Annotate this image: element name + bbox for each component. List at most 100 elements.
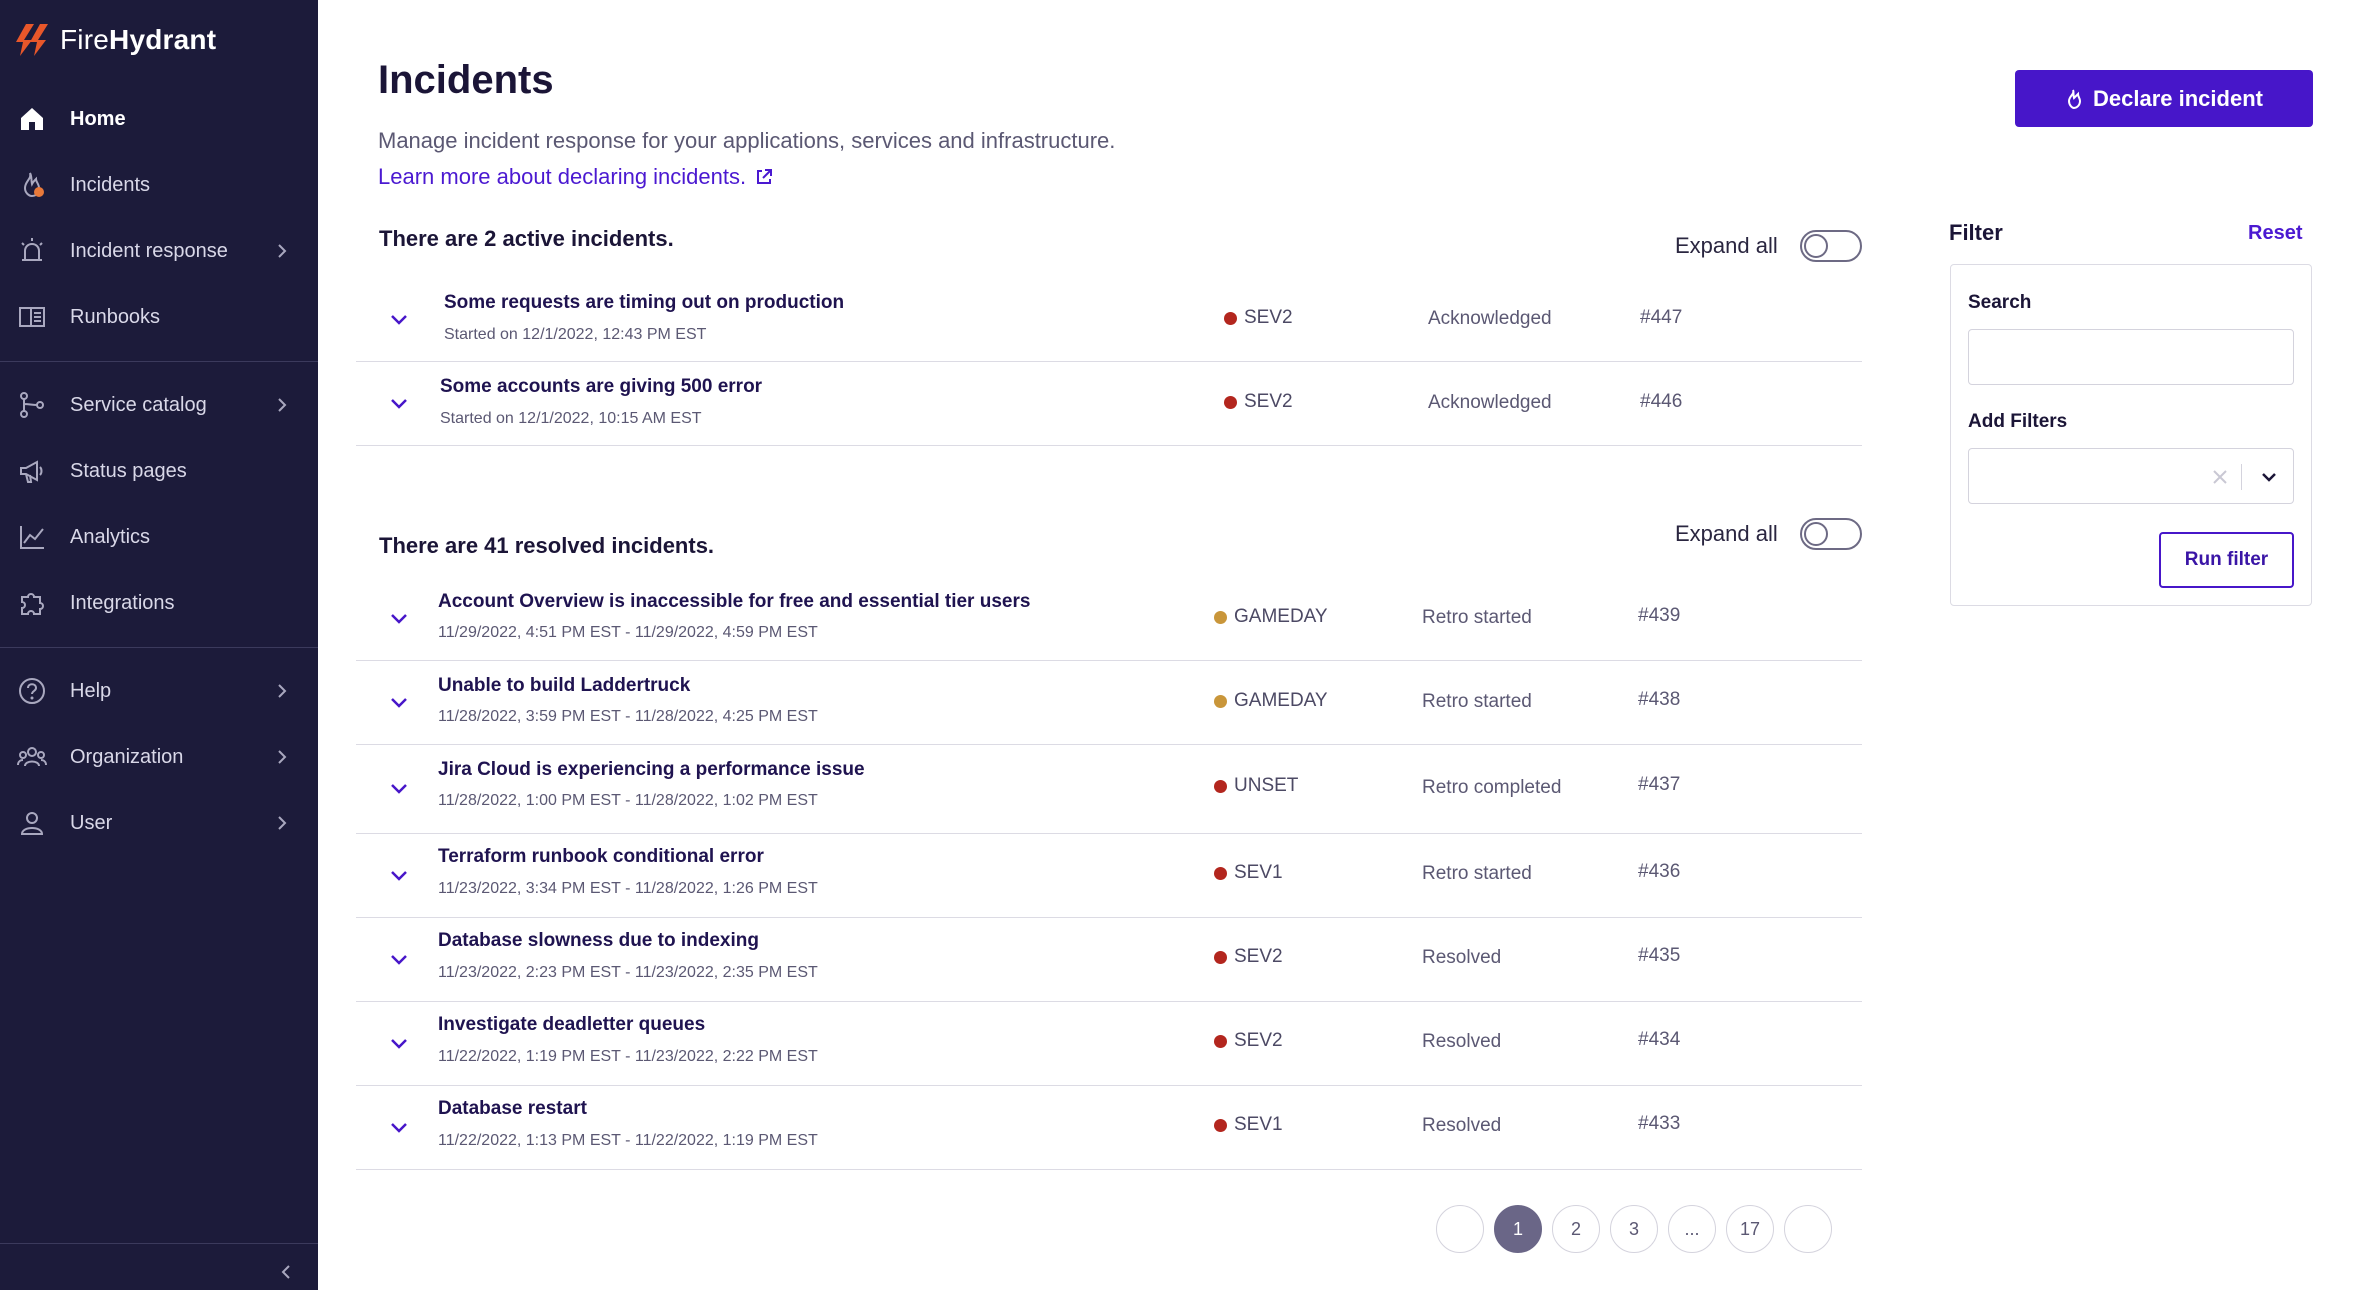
add-filters-select[interactable] [1968, 448, 2294, 504]
pagination-page-17[interactable]: 17 [1726, 1205, 1774, 1253]
severity-dot [1214, 694, 1227, 708]
pagination-ellipsis[interactable]: ... [1668, 1205, 1716, 1253]
incident-title[interactable]: Database slowness due to indexing [438, 930, 759, 952]
active-expand-all-toggle[interactable] [1799, 230, 1862, 262]
page-title: Incidents [378, 58, 554, 102]
incident-title[interactable]: Terraform runbook conditional error [438, 846, 764, 868]
incident-title[interactable]: Some requests are timing out on producti… [444, 292, 844, 314]
incident-title[interactable]: Some accounts are giving 500 error [440, 376, 762, 398]
sidebar-item-user[interactable]: User [0, 793, 318, 853]
sidebar-item-home[interactable]: Home [0, 89, 318, 149]
table-row[interactable]: Database restart 11/22/2022, 1:13 PM EST… [356, 1086, 1862, 1170]
chevron-down-icon[interactable] [388, 607, 410, 629]
active-expand-all: Expand all [1675, 230, 1862, 262]
incident-title[interactable]: Account Overview is inaccessible for fre… [438, 591, 1030, 613]
pagination-next[interactable] [1784, 1205, 1832, 1253]
chevron-down-icon[interactable] [388, 308, 410, 330]
table-row[interactable]: Terraform runbook conditional error 11/2… [356, 834, 1862, 918]
clear-icon[interactable] [2209, 466, 2231, 488]
pagination-page-2[interactable]: 2 [1552, 1205, 1600, 1253]
chevron-down-icon[interactable] [388, 392, 410, 414]
firehydrant-logo-icon [16, 24, 48, 56]
team-icon [17, 747, 47, 767]
active-incidents-heading: There are 2 active incidents. [379, 226, 674, 251]
chevron-right-icon [278, 750, 287, 764]
sidebar-item-analytics[interactable]: Analytics [0, 507, 318, 567]
sidebar-item-label: Integrations [70, 591, 175, 614]
external-link-icon [757, 169, 773, 184]
filter-heading: Filter [1949, 220, 2003, 245]
chevron-right-icon [278, 244, 287, 258]
fire-icon [23, 172, 44, 198]
table-row[interactable]: Some accounts are giving 500 error Start… [356, 362, 1862, 446]
sidebar-item-incidents[interactable]: Incidents [0, 155, 318, 215]
sidebar: FireHydrant Home Incidents Incident resp… [0, 0, 318, 1290]
page-subtitle: Manage incident response for your applic… [378, 128, 1116, 153]
pagination-page-1[interactable]: 1 [1494, 1205, 1542, 1253]
table-row[interactable]: Some requests are timing out on producti… [356, 278, 1862, 362]
incident-title[interactable]: Unable to build Laddertruck [438, 675, 690, 697]
sidebar-divider [0, 1243, 318, 1244]
search-input[interactable] [1968, 329, 2294, 385]
select-separator [2241, 464, 2242, 490]
sidebar-item-label: Runbooks [70, 305, 161, 328]
sidebar-item-label: Incident response [70, 239, 228, 262]
sidebar-item-organization[interactable]: Organization [0, 727, 318, 787]
table-row[interactable]: Database slowness due to indexing 11/23/… [356, 918, 1862, 1002]
incident-title[interactable]: Database restart [438, 1098, 587, 1120]
chevron-down-icon[interactable] [2258, 466, 2280, 488]
incident-number: #434 [1638, 1029, 1681, 1050]
chevron-down-icon[interactable] [388, 864, 410, 886]
book-icon [19, 307, 45, 327]
severity-dot [1214, 950, 1227, 964]
incident-status: Retro started [1422, 863, 1532, 884]
severity-dot [1214, 1118, 1227, 1132]
table-row[interactable]: Jira Cloud is experiencing a performance… [356, 745, 1862, 834]
service-icon [20, 392, 44, 418]
chevron-right-icon [278, 684, 287, 698]
chevron-down-icon[interactable] [388, 1116, 410, 1138]
incident-status: Retro started [1422, 607, 1532, 628]
sidebar-item-incident-response[interactable]: Incident response [0, 221, 318, 281]
toggle-knob [1803, 522, 1828, 546]
puzzle-icon [21, 593, 44, 615]
sidebar-item-integrations[interactable]: Integrations [0, 573, 318, 633]
chevron-down-icon[interactable] [388, 691, 410, 713]
table-row[interactable]: Investigate deadletter queues 11/22/2022… [356, 1002, 1862, 1086]
table-row[interactable]: Unable to build Laddertruck 11/28/2022, … [356, 661, 1862, 745]
chevron-down-icon[interactable] [388, 948, 410, 970]
add-filters-label: Add Filters [1968, 411, 2068, 432]
learn-more-link-text: Learn more about declaring incidents. [378, 164, 747, 189]
sidebar-item-label: Status pages [70, 459, 187, 482]
chevron-right-icon [278, 398, 287, 412]
incident-time: Started on 12/1/2022, 12:43 PM EST [444, 326, 707, 343]
incident-time: 11/22/2022, 1:13 PM EST - 11/22/2022, 1:… [438, 1132, 818, 1149]
sidebar-item-help[interactable]: Help [0, 661, 318, 721]
brand-logo[interactable]: FireHydrant [16, 20, 216, 60]
sidebar-item-label: Incidents [70, 173, 151, 196]
declare-incident-button[interactable]: Declare incident [2015, 70, 2313, 127]
sidebar-item-label: Service catalog [70, 393, 207, 416]
severity-badge: SEV2 [1224, 391, 1293, 413]
sidebar-item-runbooks[interactable]: Runbooks [0, 287, 318, 347]
chevron-down-icon[interactable] [388, 777, 410, 799]
incident-time: 11/22/2022, 1:19 PM EST - 11/23/2022, 2:… [438, 1048, 818, 1065]
learn-more-link[interactable]: Learn more about declaring incidents. [378, 164, 774, 190]
run-filter-button[interactable]: Run filter [2159, 532, 2294, 588]
sidebar-item-service-catalog[interactable]: Service catalog [0, 375, 318, 435]
search-label: Search [1968, 292, 2032, 313]
resolved-expand-all-toggle[interactable] [1799, 518, 1862, 550]
incident-number: #438 [1638, 689, 1681, 710]
table-row[interactable]: Account Overview is inaccessible for fre… [356, 577, 1862, 661]
filter-reset-link[interactable]: Reset [2248, 222, 2302, 245]
incident-title[interactable]: Investigate deadletter queues [438, 1014, 705, 1036]
resolved-incidents-heading: There are 41 resolved incidents. [379, 533, 715, 558]
megaphone-icon [20, 460, 43, 483]
collapse-sidebar-icon[interactable] [276, 1262, 296, 1282]
sidebar-divider [0, 361, 318, 362]
chevron-down-icon[interactable] [388, 1032, 410, 1054]
sidebar-item-status-pages[interactable]: Status pages [0, 441, 318, 501]
incident-title[interactable]: Jira Cloud is experiencing a performance… [438, 759, 865, 781]
pagination-page-3[interactable]: 3 [1610, 1205, 1658, 1253]
pagination-previous[interactable] [1436, 1205, 1484, 1253]
